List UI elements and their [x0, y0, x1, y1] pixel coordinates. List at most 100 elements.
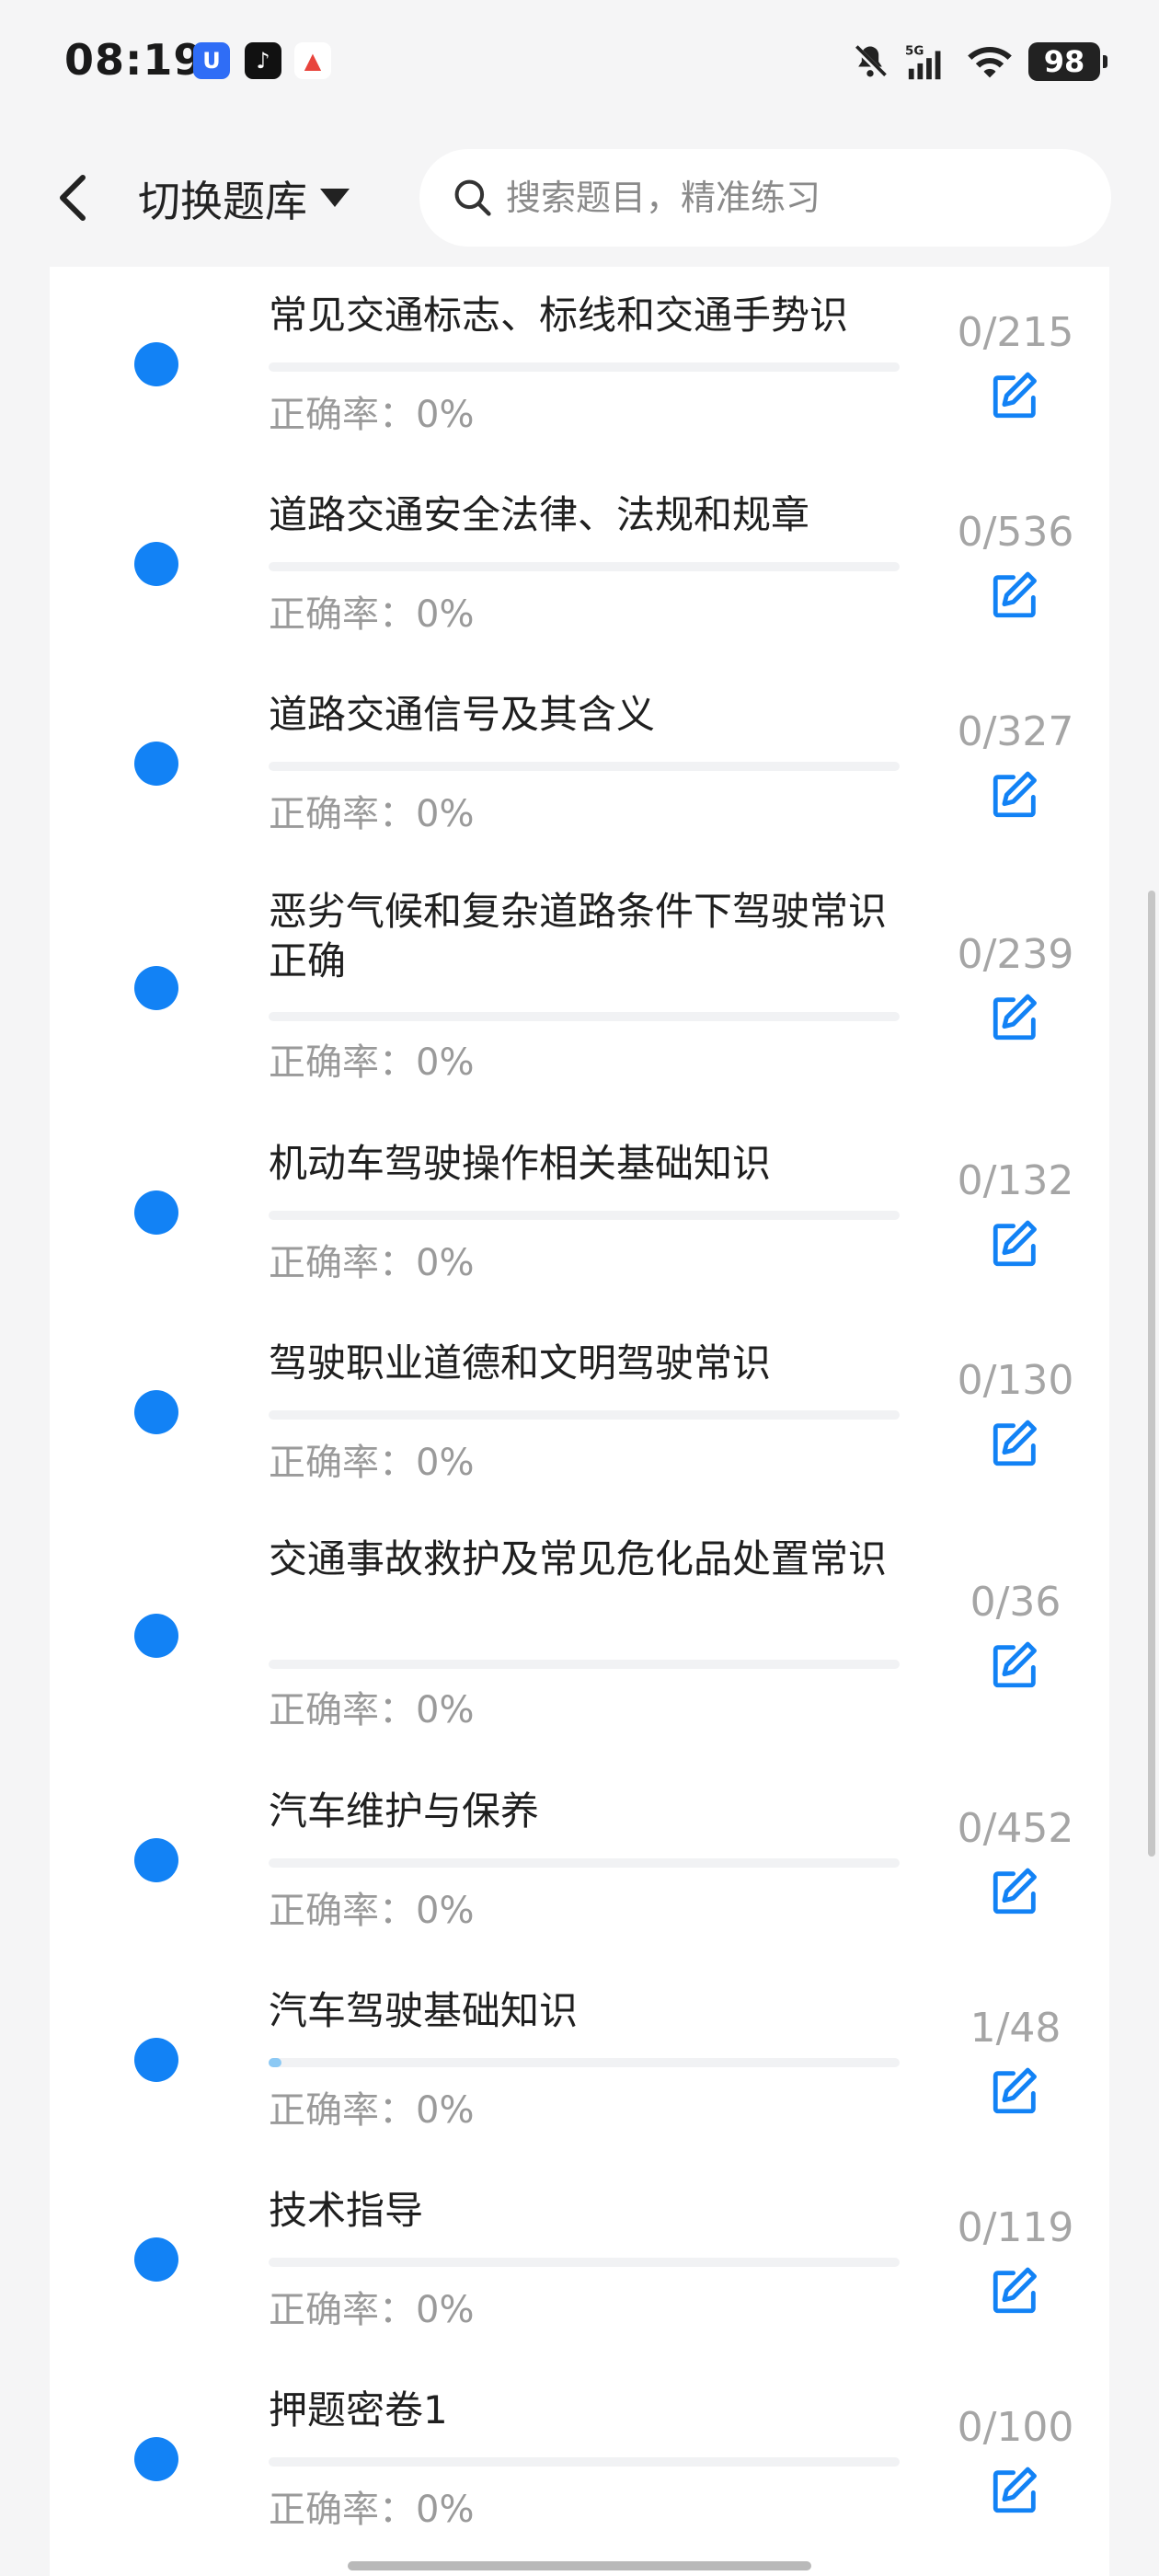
accuracy-text: 正确率：0%: [269, 593, 475, 636]
progress-bar: [269, 1410, 900, 1420]
progress-count: 0/215: [957, 309, 1074, 356]
progress-bar: [269, 2058, 900, 2067]
progress-count: 0/130: [957, 1357, 1074, 1404]
accuracy-text: 正确率：0%: [269, 1890, 475, 1932]
caret-down-icon: [320, 189, 350, 207]
accuracy-text: 正确率：0%: [269, 394, 475, 436]
edit-practice-button[interactable]: [981, 1409, 1050, 1478]
category-title: 道路交通信号及其含义: [269, 692, 656, 737]
progress-count: 0/239: [957, 931, 1074, 978]
status-icons: 5G 98: [850, 39, 1107, 85]
shield-app-icon: U: [193, 42, 230, 79]
edit-icon: [993, 2067, 1037, 2114]
category-title: 汽车驾驶基础知识: [269, 1988, 579, 2033]
progress-count: 0/132: [957, 1157, 1074, 1204]
back-button[interactable]: [46, 166, 101, 230]
progress-bar: [269, 1660, 900, 1669]
progress-count: 0/100: [957, 2404, 1074, 2451]
chevron-left-icon: [60, 175, 86, 221]
progress-count: 0/452: [957, 1805, 1074, 1852]
accuracy-text: 正确率：0%: [269, 1689, 475, 1731]
wifi-icon: [966, 41, 1014, 82]
progress-bar: [269, 1012, 900, 1021]
edit-practice-button[interactable]: [981, 560, 1050, 630]
category-title: 押题密卷1: [269, 2387, 448, 2432]
category-title: 常见交通标志、标线和交通手势识: [269, 293, 849, 338]
category-title: 汽车维护与保养: [269, 1788, 540, 1834]
scrollbar[interactable]: [1148, 891, 1155, 1857]
accuracy-text: 正确率：0%: [269, 793, 475, 835]
category-title: 技术指导: [269, 2188, 424, 2233]
edit-icon: [993, 2467, 1037, 2513]
bell-muted-icon: [850, 41, 890, 82]
edit-practice-button[interactable]: [981, 760, 1050, 830]
search-input[interactable]: [504, 177, 1060, 219]
category-title: 道路交通安全法律、法规和规章: [269, 492, 810, 537]
progress-bar: [269, 2457, 900, 2467]
signal-5g-icon: 5G: [905, 41, 951, 82]
accuracy-text: 正确率：0%: [269, 1242, 475, 1284]
accuracy-text: 正确率：0%: [269, 1442, 475, 1484]
progress-bar: [269, 562, 900, 571]
edit-icon: [993, 771, 1037, 818]
progress-count: 0/327: [957, 708, 1074, 755]
edit-practice-button[interactable]: [981, 1209, 1050, 1279]
edit-practice-button[interactable]: [981, 2256, 1050, 2326]
progress-bar: [269, 362, 900, 372]
progress-fill: [269, 2058, 282, 2067]
category-dot: [134, 2437, 178, 2481]
category-dot: [134, 1390, 178, 1434]
progress-bar: [269, 1211, 900, 1220]
category-title: 驾驶职业道德和文明驾驶常识: [269, 1340, 772, 1386]
category-dot: [134, 1838, 178, 1882]
accuracy-text: 正确率：0%: [269, 2489, 475, 2531]
progress-count: 0/36: [970, 1579, 1061, 1626]
home-indicator[interactable]: [348, 2561, 811, 2570]
category-title: 交通事故救护及常见危化品处置常识: [269, 1536, 888, 1581]
search-bar[interactable]: [419, 149, 1111, 247]
edit-icon: [993, 1868, 1037, 1915]
edit-practice-button[interactable]: [981, 2056, 1050, 2126]
category-dot: [134, 1190, 178, 1235]
category-dot: [134, 966, 178, 1010]
category-dot: [134, 2237, 178, 2282]
progress-count: 1/48: [970, 2005, 1061, 2052]
top-bar: 切换题库: [0, 129, 1159, 267]
accuracy-text: 正确率：0%: [269, 2089, 475, 2132]
edit-practice-button[interactable]: [981, 2455, 1050, 2525]
progress-bar: [269, 2258, 900, 2267]
progress-count: 0/119: [957, 2204, 1074, 2251]
edit-icon: [993, 2267, 1037, 2314]
progress-bar: [269, 762, 900, 771]
status-time: 08:19: [64, 35, 204, 85]
category-dot: [134, 2038, 178, 2082]
edit-icon: [993, 571, 1037, 618]
switch-question-bank-button[interactable]: 切换题库: [138, 171, 350, 226]
progress-count: 0/536: [957, 509, 1074, 556]
tiktok-app-icon: ♪: [245, 42, 281, 79]
switch-question-bank-label: 切换题库: [138, 177, 307, 226]
edit-icon: [993, 1641, 1037, 1688]
edit-icon: [993, 1420, 1037, 1466]
category-dot: [134, 542, 178, 586]
edit-practice-button[interactable]: [981, 1630, 1050, 1700]
edit-icon: [993, 372, 1037, 419]
category-dot: [134, 742, 178, 786]
edit-practice-button[interactable]: [981, 983, 1050, 1052]
edit-icon: [993, 994, 1037, 1041]
triangle-app-icon: ▲: [294, 42, 331, 79]
accuracy-text: 正确率：0%: [269, 2289, 475, 2331]
category-list: 常见交通标志、标线和交通手势识 正确率：0% 0/215 道路交通安全法律、法规…: [50, 267, 1109, 2576]
category-title: 恶劣气候和复杂道路条件下驾驶常识正确: [269, 889, 888, 983]
edit-icon: [993, 1220, 1037, 1267]
accuracy-text: 正确率：0%: [269, 1041, 475, 1084]
category-dot: [134, 342, 178, 386]
edit-practice-button[interactable]: [981, 1857, 1050, 1926]
edit-practice-button[interactable]: [981, 361, 1050, 431]
battery-indicator: 98: [1028, 42, 1107, 81]
search-icon: [453, 178, 493, 218]
category-dot: [134, 1614, 178, 1658]
category-title: 机动车驾驶操作相关基础知识: [269, 1141, 772, 1186]
progress-bar: [269, 1858, 900, 1868]
status-bar: 08:19 U ♪ ▲ 5G 98: [0, 0, 1159, 129]
